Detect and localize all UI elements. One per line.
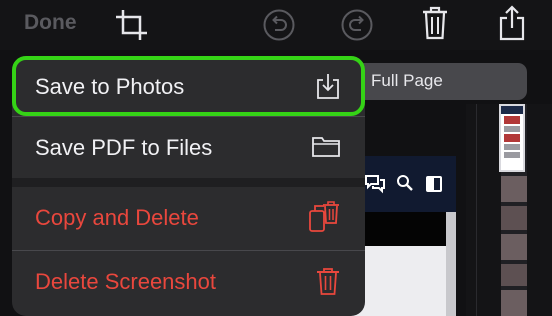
highlight-outline — [12, 56, 365, 116]
folder-icon — [312, 137, 340, 157]
share-icon[interactable] — [497, 4, 527, 42]
menu-item-delete-screenshot[interactable]: Delete Screenshot — [12, 251, 365, 313]
done-button[interactable]: Done — [24, 11, 77, 35]
page-thumbnail[interactable] — [501, 176, 527, 202]
menu-item-save-pdf-to-files[interactable]: Save PDF to Files — [12, 117, 365, 179]
menu-item-label: Save PDF to Files — [35, 135, 213, 160]
undo-icon[interactable] — [262, 8, 296, 42]
chat-icon — [365, 175, 385, 194]
search-icon — [397, 175, 413, 191]
trash-icon[interactable] — [420, 5, 450, 41]
menu-group-separator — [12, 178, 365, 187]
page-thumbnail[interactable] — [501, 206, 527, 230]
page-thumbnail[interactable] — [501, 290, 527, 316]
sidebar-icon — [426, 176, 442, 192]
menu-item-copy-and-delete[interactable]: Copy and Delete — [12, 187, 365, 249]
trash-icon — [317, 268, 339, 295]
menu-item-label: Delete Screenshot — [35, 269, 216, 294]
page-thumbnail-selected[interactable] — [499, 104, 525, 172]
menu-item-label: Copy and Delete — [35, 205, 199, 230]
full-page-label: Full Page — [371, 71, 443, 90]
redo-icon[interactable] — [340, 8, 374, 42]
page-thumbnail[interactable] — [501, 264, 527, 286]
rail-divider — [476, 104, 477, 316]
crop-icon[interactable] — [114, 8, 150, 42]
preview-scrollbar — [446, 212, 456, 316]
copy-delete-icon — [309, 201, 339, 232]
page-thumbnail[interactable] — [501, 234, 527, 260]
